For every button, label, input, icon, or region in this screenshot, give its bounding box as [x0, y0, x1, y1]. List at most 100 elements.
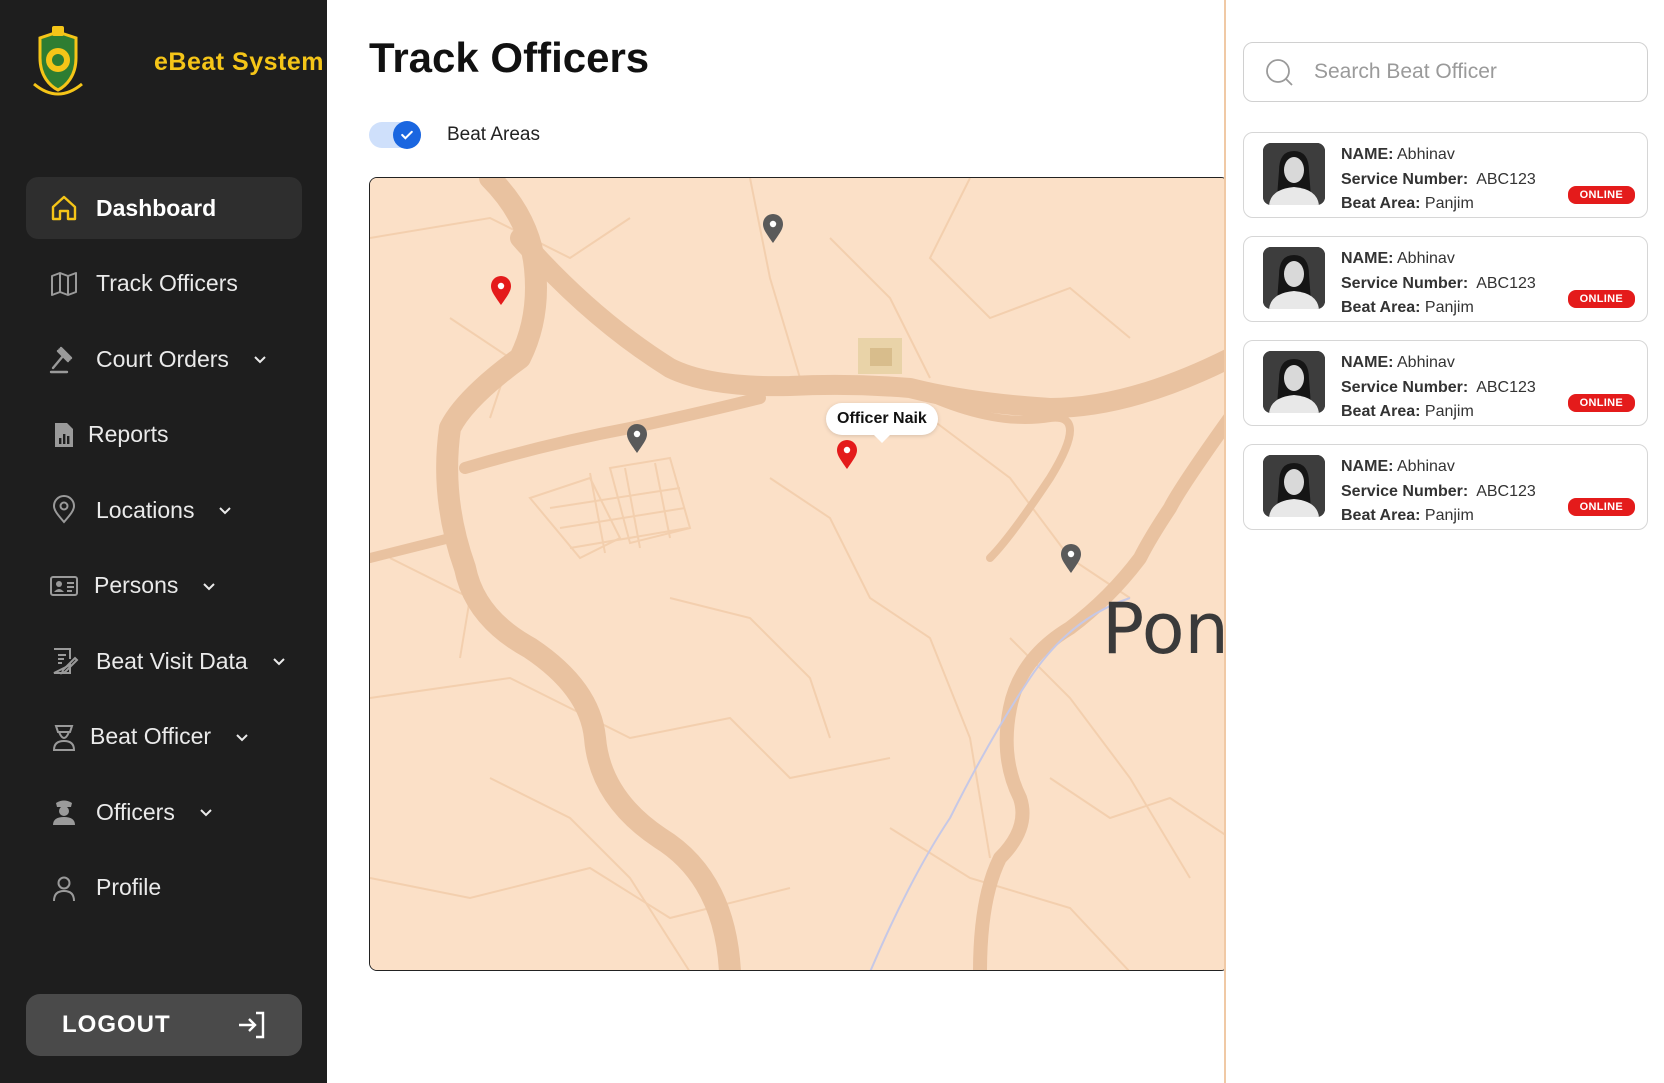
name-label: NAME: [1341, 146, 1394, 163]
edit-document-icon [48, 645, 80, 677]
officer-panel: NAME: Abhinav Service Number: ABC123 Bea… [1224, 0, 1664, 1083]
avatar [1263, 247, 1325, 309]
officer-pin-red[interactable] [490, 276, 512, 306]
beat-area: Panjim [1424, 299, 1474, 316]
home-icon [48, 192, 80, 224]
officer-card-info: NAME: Abhinav Service Number: ABC123 Bea… [1341, 247, 1536, 321]
report-icon [48, 419, 80, 451]
brand[interactable]: eBeat System [24, 26, 323, 102]
sidebar: eBeat System Dashboard Track Officers Co… [0, 0, 327, 1083]
id-card-icon [48, 570, 80, 602]
beat-area-label: Beat Area: [1341, 299, 1421, 316]
service-number-label: Service Number: [1341, 274, 1469, 292]
search-input[interactable] [1314, 60, 1634, 84]
sidebar-item-label: Locations [96, 496, 195, 523]
officer-name: Abhinav [1397, 250, 1455, 267]
beat-area: Panjim [1424, 507, 1474, 524]
beat-area: Panjim [1424, 195, 1474, 212]
officer-card[interactable]: NAME: Abhinav Service Number: ABC123 Bea… [1243, 236, 1648, 322]
status-badge: ONLINE [1567, 498, 1635, 516]
logout-button[interactable]: LOGOUT [26, 994, 302, 1056]
sidebar-item-label: Persons [94, 572, 179, 598]
service-number: ABC123 [1476, 170, 1536, 188]
logout-icon [239, 1011, 265, 1039]
name-label: NAME: [1341, 250, 1394, 267]
sidebar-item-label: Dashboard [96, 194, 217, 221]
app-root: eBeat System Dashboard Track Officers Co… [0, 0, 1664, 1083]
chevron-down-icon [197, 803, 215, 821]
sidebar-nav: Dashboard Track Officers Court Orders Re… [26, 177, 302, 932]
brand-title: eBeat System [154, 48, 324, 76]
service-number: ABC123 [1476, 274, 1536, 292]
user-icon [48, 872, 80, 904]
avatar [1263, 455, 1325, 517]
service-number-label: Service Number: [1341, 482, 1469, 500]
service-number-label: Service Number: [1341, 170, 1469, 188]
map-city-label: Pon [1102, 588, 1229, 670]
officer-card-info: NAME: Abhinav Service Number: ABC123 Bea… [1341, 351, 1536, 425]
beat-area: Panjim [1424, 403, 1474, 420]
officer-tooltip: Officer Naik [826, 403, 938, 443]
main-content: Track Officers Beat Areas Officer Naik P… [327, 0, 1229, 1083]
toggle-knob [393, 121, 421, 149]
chevron-down-icon [216, 501, 234, 519]
officer-card[interactable]: NAME: Abhinav Service Number: ABC123 Bea… [1243, 132, 1648, 218]
officer-name: Abhinav [1397, 354, 1455, 371]
sidebar-item-locations[interactable]: Locations [26, 479, 302, 541]
status-badge: ONLINE [1567, 394, 1635, 412]
location-icon [48, 494, 80, 526]
sidebar-item-dashboard[interactable]: Dashboard [26, 177, 302, 239]
officer-card[interactable]: NAME: Abhinav Service Number: ABC123 Bea… [1243, 340, 1648, 426]
gavel-icon [48, 343, 80, 375]
officer-pin-selected[interactable] [836, 440, 858, 470]
chevron-down-icon [200, 577, 218, 595]
map-icon [48, 268, 80, 300]
check-icon [401, 130, 413, 140]
service-number-label: Service Number: [1341, 378, 1469, 396]
avatar [1263, 351, 1325, 413]
chevron-down-icon [251, 350, 269, 368]
name-label: NAME: [1341, 354, 1394, 371]
beat-areas-label: Beat Areas [447, 124, 540, 145]
sidebar-item-label: Beat Officer [90, 723, 212, 749]
sidebar-item-label: Beat Visit Data [96, 647, 248, 674]
officer-card[interactable]: NAME: Abhinav Service Number: ABC123 Bea… [1243, 444, 1648, 530]
sidebar-item-officers[interactable]: Officers [26, 781, 302, 843]
beat-areas-toggle[interactable] [369, 121, 421, 149]
chevron-down-icon [270, 652, 288, 670]
beat-area-label: Beat Area: [1341, 195, 1421, 212]
service-number: ABC123 [1476, 482, 1536, 500]
location-pin-grey[interactable] [762, 214, 784, 244]
officer-name: Abhinav [1397, 458, 1455, 475]
location-pin-grey[interactable] [626, 424, 648, 454]
sidebar-item-label: Officers [96, 798, 175, 825]
location-pin-grey[interactable] [1060, 544, 1082, 574]
sidebar-item-court-orders[interactable]: Court Orders [26, 328, 302, 390]
sidebar-item-label: Court Orders [96, 345, 229, 372]
officer-icon [48, 721, 80, 753]
beat-area-label: Beat Area: [1341, 507, 1421, 524]
search-box[interactable] [1243, 42, 1648, 102]
search-icon [1266, 59, 1293, 86]
beat-area-label: Beat Area: [1341, 403, 1421, 420]
chevron-down-icon [233, 728, 251, 746]
sidebar-item-reports[interactable]: Reports [26, 404, 302, 466]
officer-list: NAME: Abhinav Service Number: ABC123 Bea… [1243, 132, 1648, 548]
emblem-icon [33, 26, 83, 96]
status-badge: ONLINE [1567, 186, 1635, 204]
sidebar-item-track-officers[interactable]: Track Officers [26, 253, 302, 315]
logout-label: LOGOUT [62, 1011, 171, 1038]
sidebar-item-label: Profile [96, 874, 162, 900]
officer-card-info: NAME: Abhinav Service Number: ABC123 Bea… [1341, 455, 1536, 529]
map-view[interactable]: Officer Naik Pon [369, 177, 1229, 971]
sidebar-item-label: Reports [88, 421, 169, 447]
sidebar-item-beat-visit-data[interactable]: Beat Visit Data [26, 630, 302, 692]
avatar [1263, 143, 1325, 205]
officer-card-info: NAME: Abhinav Service Number: ABC123 Bea… [1341, 143, 1536, 217]
sidebar-item-persons[interactable]: Persons [26, 555, 302, 617]
sidebar-item-beat-officer[interactable]: Beat Officer [26, 706, 302, 768]
status-badge: ONLINE [1567, 290, 1635, 308]
service-number: ABC123 [1476, 378, 1536, 396]
sidebar-item-profile[interactable]: Profile [26, 857, 302, 919]
officer-name: Abhinav [1397, 146, 1455, 163]
